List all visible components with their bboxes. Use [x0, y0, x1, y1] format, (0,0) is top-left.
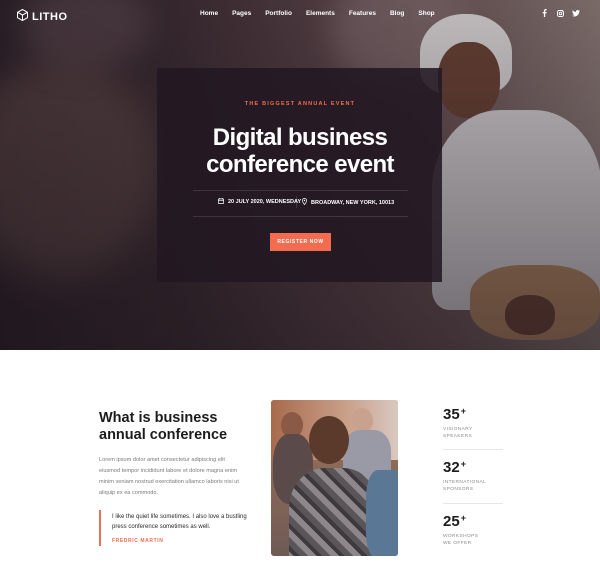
stat-value: 32 + — [443, 459, 503, 476]
hero-title: Digital business conference event — [0, 124, 600, 178]
stat-value: 35 + — [443, 406, 503, 423]
stat-suffix: + — [460, 459, 466, 469]
stat-suffix: + — [460, 513, 466, 523]
stat-label-line: INTERNATIONAL — [443, 480, 487, 485]
hero-title-line: conference event — [206, 151, 394, 178]
bg-person-body — [366, 470, 398, 556]
card-divider — [193, 190, 408, 191]
stat-suffix: + — [460, 406, 466, 416]
stat-label: VISIONARY SPEAKERS — [443, 426, 503, 440]
facebook-icon[interactable] — [540, 9, 548, 17]
stat-item: 25 + WORKSHOPS WE OFFER — [443, 513, 503, 547]
top-navigation: LITHO Home Pages Portfolio Elements Feat… — [0, 0, 600, 30]
hexagon-logo-icon — [17, 8, 28, 26]
menu-item-home[interactable]: Home — [200, 10, 218, 17]
about-title: What is business annual conference — [99, 410, 259, 444]
brand-name: LITHO — [32, 11, 68, 23]
stat-number: 32 — [443, 459, 460, 476]
stat-divider — [443, 503, 503, 504]
menu-item-shop[interactable]: Shop — [418, 10, 434, 17]
event-location-text: BROADWAY, NEW YORK, 10013 — [311, 199, 395, 206]
about-title-line: annual conference — [99, 427, 228, 443]
stat-label-line: WE OFFER — [443, 541, 472, 546]
stat-label: WORKSHOPS WE OFFER — [443, 533, 503, 547]
stat-label-line: SPONSORS — [443, 487, 474, 492]
brand-logo[interactable]: LITHO — [17, 8, 68, 26]
quote-author: FREDRIC MARTIN — [112, 538, 164, 544]
calendar-icon — [218, 198, 224, 206]
hero-section: LITHO Home Pages Portfolio Elements Feat… — [0, 0, 600, 350]
stat-item: 35 + VISIONARY SPEAKERS — [443, 406, 503, 440]
stat-value: 25 + — [443, 513, 503, 530]
stat-divider — [443, 449, 503, 450]
event-date-text: 20 JULY 2020, WEDNESDAY — [228, 199, 302, 205]
conference-attendee-photo — [271, 400, 398, 556]
twitter-icon[interactable] — [572, 9, 580, 17]
stat-number: 25 — [443, 513, 460, 530]
menu-item-blog[interactable]: Blog — [390, 10, 404, 17]
stat-number: 35 — [443, 406, 460, 423]
man-head-shape — [309, 416, 349, 464]
main-menu: Home Pages Portfolio Elements Features B… — [200, 10, 449, 17]
stat-label-line: SPEAKERS — [443, 434, 473, 439]
quote-text: I like the quiet life sometimes. I also … — [112, 514, 247, 530]
menu-item-features[interactable]: Features — [349, 10, 376, 17]
testimonial-quote: I like the quiet life sometimes. I also … — [99, 510, 249, 546]
stat-label: INTERNATIONAL SPONSORS — [443, 479, 503, 493]
instagram-icon[interactable] — [556, 9, 564, 17]
event-date: 20 JULY 2020, WEDNESDAY — [218, 198, 301, 206]
event-eyebrow: THE BIGGEST ANNUAL EVENT — [244, 101, 356, 107]
social-links — [540, 9, 580, 17]
about-description: Lorem ipsum dolor amet consectetur adipi… — [99, 457, 239, 496]
about-title-line: What is business — [99, 410, 218, 426]
hero-title-line: Digital business — [212, 124, 388, 151]
menu-item-elements[interactable]: Elements — [306, 10, 335, 17]
card-divider — [193, 216, 408, 217]
stat-label-line: VISIONARY — [443, 427, 473, 432]
stat-label-line: WORKSHOPS — [443, 534, 479, 539]
menu-item-pages[interactable]: Pages — [232, 10, 251, 17]
event-location: BROADWAY, NEW YORK, 10013 — [302, 198, 394, 207]
stat-item: 32 + INTERNATIONAL SPONSORS — [443, 459, 503, 493]
map-pin-icon — [302, 198, 307, 207]
meta-separator — [296, 196, 297, 208]
menu-item-portfolio[interactable]: Portfolio — [265, 10, 292, 17]
register-now-button[interactable]: REGISTER NOW — [270, 233, 331, 251]
